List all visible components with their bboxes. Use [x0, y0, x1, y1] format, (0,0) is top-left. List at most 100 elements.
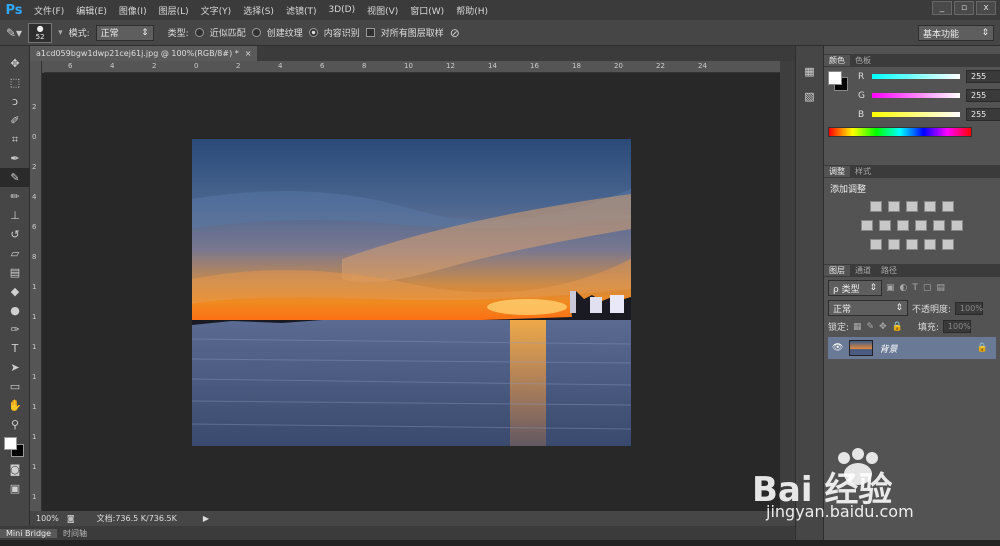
hand-tool-icon[interactable]: ✋	[0, 396, 30, 415]
proximity-match-radio[interactable]	[194, 28, 204, 37]
curves-icon[interactable]	[906, 201, 918, 212]
blend-mode-select[interactable]: 正常 ⇕	[828, 300, 908, 316]
threshold-icon[interactable]	[906, 239, 918, 250]
channel-b-slider[interactable]	[872, 112, 960, 117]
menu-file[interactable]: 文件(F)	[28, 4, 70, 17]
tab-swatches[interactable]: 色板	[850, 55, 876, 66]
menu-image[interactable]: 图像(I)	[113, 4, 153, 17]
type-tool-icon[interactable]: T	[0, 339, 30, 358]
sample-all-layers-checkbox[interactable]	[365, 28, 375, 37]
channel-r-slider[interactable]	[872, 74, 960, 79]
tab-mini-bridge[interactable]: Mini Bridge	[0, 528, 58, 538]
filter-icons[interactable]: ▣◐T▢▤	[886, 283, 950, 293]
marquee-tool-icon[interactable]: ⬚	[0, 73, 30, 92]
foreground-color[interactable]	[4, 437, 17, 450]
opacity-value[interactable]: 100%	[955, 301, 984, 315]
tab-paths[interactable]: 路径	[876, 265, 902, 276]
pen-tool-icon[interactable]: ✑	[0, 320, 30, 339]
tab-adjustments[interactable]: 调整	[824, 166, 850, 177]
sunset-sea-photo[interactable]	[192, 139, 631, 446]
pressure-icon[interactable]: ⊘	[450, 26, 460, 40]
path-select-tool-icon[interactable]: ➤	[0, 358, 30, 377]
menu-edit[interactable]: 编辑(E)	[70, 4, 113, 17]
ruler-h-label: 24	[698, 62, 707, 70]
color-lookup-icon[interactable]	[951, 220, 963, 231]
exposure-icon[interactable]	[924, 201, 936, 212]
menu-select[interactable]: 选择(S)	[237, 4, 280, 17]
menu-window[interactable]: 窗口(W)	[404, 4, 450, 17]
screen-mode-icon[interactable]: ▣	[0, 479, 30, 498]
invert-icon[interactable]	[870, 239, 882, 250]
quick-select-tool-icon[interactable]: ✐	[0, 111, 30, 130]
menu-3d[interactable]: 3D(D)	[322, 5, 361, 15]
minimize-button[interactable]: _	[932, 1, 952, 15]
black-white-icon[interactable]	[897, 220, 909, 231]
tab-color[interactable]: 颜色	[824, 55, 850, 66]
layer-row-background[interactable]: 👁 背景 🔒	[828, 337, 996, 359]
status-arrow-icon[interactable]: ▶	[203, 514, 209, 523]
color-spectrum[interactable]	[828, 127, 972, 137]
close-button[interactable]: x	[976, 1, 996, 15]
mode-select[interactable]: 正常 ⇕	[95, 24, 154, 41]
zoom-tool-icon[interactable]: ⚲	[0, 415, 30, 434]
selective-color-icon[interactable]	[942, 239, 954, 250]
healing-brush-tool-icon[interactable]: ✎	[0, 168, 30, 187]
tab-layers[interactable]: 图层	[824, 265, 850, 276]
zoom-level[interactable]: 100%	[36, 514, 59, 523]
history-panel-icon[interactable]: ▦	[796, 62, 823, 81]
color-swatches[interactable]	[0, 434, 29, 460]
content-aware-radio[interactable]	[308, 28, 318, 37]
channel-g-value[interactable]: 255	[966, 89, 1000, 102]
channel-g-slider[interactable]	[872, 93, 960, 98]
workspace-select[interactable]: 基本功能 ⇕	[918, 25, 994, 41]
options-bar: ✎▾ ● 52 ▾ 模式: 正常 ⇕ 类型: 近似匹配 创建纹理 内容识别 对所有图…	[0, 20, 1000, 46]
blur-tool-icon[interactable]: ◆	[0, 282, 30, 301]
tab-channels[interactable]: 通道	[850, 265, 876, 276]
vibrance-icon[interactable]	[942, 201, 954, 212]
history-brush-tool-icon[interactable]: ↺	[0, 225, 30, 244]
tab-timeline[interactable]: 时间轴	[57, 528, 93, 539]
gradient-tool-icon[interactable]: ▤	[0, 263, 30, 282]
tab-styles[interactable]: 样式	[850, 166, 876, 177]
layer-name[interactable]: 背景	[879, 342, 897, 355]
status-menu-icon[interactable]: ◙	[67, 514, 75, 523]
fill-value[interactable]: 100%	[942, 320, 971, 333]
hue-sat-icon[interactable]	[861, 220, 873, 231]
channel-mixer-icon[interactable]	[933, 220, 945, 231]
fg-swatch[interactable]	[828, 71, 842, 85]
channel-b-value[interactable]: 255	[966, 108, 1000, 121]
spot-healing-icon[interactable]: ✎▾	[6, 26, 22, 40]
lasso-tool-icon[interactable]: ↄ	[0, 92, 30, 111]
menu-view[interactable]: 视图(V)	[361, 4, 404, 17]
create-texture-radio[interactable]	[251, 28, 261, 37]
brush-preset-picker[interactable]: ● 52	[28, 22, 53, 43]
layer-filter-select[interactable]: ρ 类型 ⇕	[828, 280, 882, 296]
visibility-eye-icon[interactable]: 👁	[832, 343, 843, 353]
menu-filter[interactable]: 滤镜(T)	[280, 4, 323, 17]
document-tab[interactable]: a1cd059bgw1dwp21cej61j.jpg @ 100%(RGB/8#…	[30, 46, 258, 61]
channel-r-value[interactable]: 255	[966, 70, 1000, 83]
color-balance-icon[interactable]	[879, 220, 891, 231]
move-tool-icon[interactable]: ✥	[0, 54, 30, 73]
brightness-icon[interactable]	[870, 201, 882, 212]
eraser-tool-icon[interactable]: ▱	[0, 244, 30, 263]
posterize-icon[interactable]	[888, 239, 900, 250]
crop-tool-icon[interactable]: ⌗	[0, 130, 30, 149]
menu-type[interactable]: 文字(Y)	[195, 4, 238, 17]
properties-panel-icon[interactable]: ▧	[796, 87, 823, 106]
quick-mask-icon[interactable]: ◙	[0, 460, 30, 479]
brush-tool-icon[interactable]: ✏	[0, 187, 30, 206]
levels-icon[interactable]	[888, 201, 900, 212]
gradient-map-icon[interactable]	[924, 239, 936, 250]
dodge-tool-icon[interactable]: ●	[0, 301, 30, 320]
shape-tool-icon[interactable]: ▭	[0, 377, 30, 396]
eyedropper-tool-icon[interactable]: ✒	[0, 149, 30, 168]
menu-help[interactable]: 帮助(H)	[450, 4, 494, 17]
menu-layer[interactable]: 图层(L)	[153, 4, 195, 17]
lock-icons[interactable]: ▦✎✥🔒	[853, 322, 908, 332]
photo-filter-icon[interactable]	[915, 220, 927, 231]
close-tab-icon[interactable]: ×	[245, 49, 252, 58]
maximize-button[interactable]: ▫	[954, 1, 974, 15]
canvas-scrollbar[interactable]	[780, 61, 795, 511]
clone-stamp-tool-icon[interactable]: ⊥	[0, 206, 30, 225]
